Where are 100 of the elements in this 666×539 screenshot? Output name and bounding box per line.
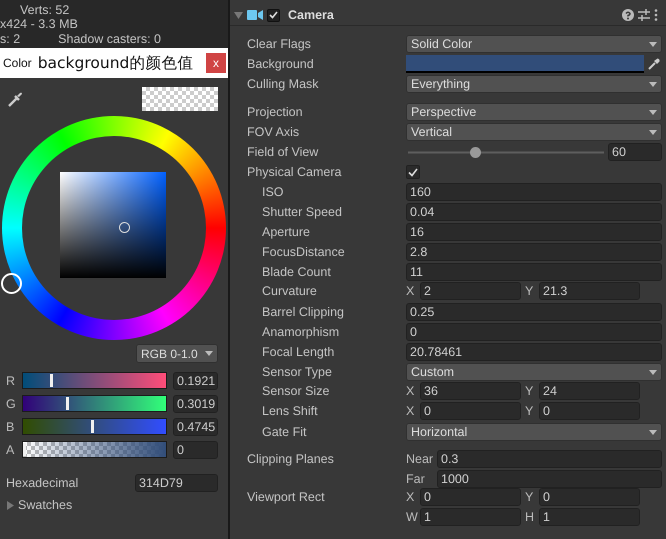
- number-field[interactable]: 16: [406, 223, 662, 241]
- caret-icon: [649, 130, 657, 134]
- slider-thumb[interactable]: [90, 420, 94, 433]
- number-field[interactable]: 11: [406, 263, 662, 281]
- axis-label: X: [406, 404, 416, 418]
- enabled-checkbox[interactable]: [267, 8, 280, 22]
- number-field[interactable]: 2: [420, 282, 521, 300]
- stats-text: s: 2: [0, 32, 20, 46]
- dropdown[interactable]: Perspective: [406, 103, 662, 121]
- dropdown[interactable]: Vertical: [406, 123, 662, 141]
- sliders-icon: [638, 9, 650, 21]
- property-label: Shutter Speed: [262, 205, 343, 219]
- eyedropper-icon: [6, 90, 24, 108]
- property-label: Lens Shift: [262, 404, 319, 418]
- dropdown[interactable]: Everything: [406, 75, 662, 93]
- number-field[interactable]: 0.3: [437, 450, 662, 468]
- channel-value-field[interactable]: 0: [173, 440, 218, 458]
- slider-thumb[interactable]: [23, 443, 26, 456]
- property-label: Blade Count: [262, 265, 332, 279]
- checkbox[interactable]: [406, 165, 420, 179]
- channel-slider[interactable]: [22, 418, 167, 435]
- property-label: Sensor Size: [262, 384, 330, 398]
- channel-label: R: [6, 374, 16, 388]
- dropdown[interactable]: Horizontal: [406, 423, 662, 441]
- caret-icon: [649, 370, 657, 374]
- color-field[interactable]: [406, 55, 644, 73]
- number-field[interactable]: 1000: [437, 470, 662, 488]
- dropdown[interactable]: Solid Color: [406, 35, 662, 53]
- channel-label: A: [6, 442, 16, 456]
- caret-icon: [649, 82, 657, 86]
- property-label: Curvature: [262, 284, 318, 298]
- number-field[interactable]: 21.3: [539, 282, 640, 300]
- axis-label: Y: [525, 490, 534, 504]
- property-label: Culling Mask: [247, 77, 320, 91]
- channel-value-field[interactable]: 0.1921: [173, 372, 218, 390]
- component-header[interactable]: Camera: [230, 5, 666, 26]
- axis-label: X: [406, 384, 416, 398]
- property-label: Field of View: [247, 145, 320, 159]
- number-field[interactable]: 2.8: [406, 243, 662, 261]
- caret-icon: [649, 430, 657, 434]
- hex-label: Hexadecimal: [6, 476, 78, 490]
- picker-marker: [119, 222, 130, 233]
- axis-label: Y: [525, 284, 534, 298]
- axis-label: H: [525, 510, 536, 524]
- channel-value-field[interactable]: 0.3019: [173, 394, 218, 412]
- property-label: Clipping Planes: [247, 452, 335, 466]
- number-field[interactable]: 0: [539, 488, 640, 506]
- stats-text: Shadow casters: 0: [58, 32, 161, 46]
- slider-thumb[interactable]: [66, 397, 70, 410]
- caret-icon: [649, 110, 657, 114]
- mode-dropdown[interactable]: RGB 0-1.0: [136, 344, 218, 363]
- channel-label: B: [6, 420, 16, 434]
- axis-label: X: [406, 284, 416, 298]
- more-options-icon: [654, 9, 658, 21]
- axis-label: Y: [525, 404, 534, 418]
- property-label: Projection: [247, 105, 304, 119]
- number-field[interactable]: 0.25: [406, 303, 662, 321]
- property-label: Background: [247, 57, 315, 71]
- number-field[interactable]: 160: [406, 183, 662, 201]
- number-field[interactable]: 1: [420, 508, 521, 526]
- property-label: ISO: [262, 185, 285, 199]
- channel-value-field[interactable]: 0.4745: [173, 418, 218, 436]
- number-field[interactable]: 0: [539, 402, 640, 420]
- close-button[interactable]: x: [206, 53, 226, 73]
- property-label: Clear Flags: [247, 37, 312, 51]
- caret-icon: [205, 351, 213, 356]
- number-field[interactable]: 0: [406, 323, 662, 341]
- slider-thumb[interactable]: [50, 374, 54, 387]
- caret-icon: [649, 42, 657, 46]
- stats-text: Verts: 52: [20, 2, 70, 17]
- hex-field[interactable]: 314D79: [135, 474, 218, 492]
- saturation-value-square[interactable]: [60, 172, 166, 278]
- number-field[interactable]: 1: [539, 508, 640, 526]
- property-label: Focal Length: [262, 345, 336, 359]
- axis-label: X: [406, 490, 416, 504]
- number-field[interactable]: 24: [539, 382, 640, 400]
- axis-label: Far: [406, 472, 426, 486]
- number-field[interactable]: 36: [420, 382, 521, 400]
- property-label: Barrel Clipping: [262, 305, 345, 319]
- number-field[interactable]: 20.78461: [406, 343, 662, 361]
- channel-slider[interactable]: [22, 372, 167, 389]
- number-field[interactable]: 60: [608, 143, 662, 161]
- number-field[interactable]: 0: [420, 488, 521, 506]
- stats-text: x424 - 3.3 MB: [0, 17, 78, 32]
- eyedropper-icon: [648, 58, 660, 70]
- axis-label: W: [406, 510, 419, 524]
- slider-thumb[interactable]: [470, 146, 481, 158]
- dropdown[interactable]: Custom: [406, 363, 662, 381]
- channel-slider[interactable]: [22, 441, 167, 458]
- swatches-toggle[interactable]: Swatches: [18, 498, 72, 512]
- number-field[interactable]: 0: [420, 402, 521, 420]
- channel-slider[interactable]: [22, 395, 167, 412]
- check-icon: [269, 11, 278, 19]
- axis-label: Near: [406, 452, 434, 466]
- property-label: Physical Camera: [247, 165, 342, 179]
- window-title: background的颜色值: [38, 52, 194, 74]
- component-name: Camera: [288, 8, 335, 22]
- number-field[interactable]: 0.04: [406, 203, 662, 221]
- property-label: Aperture: [262, 225, 311, 239]
- property-label: FocusDistance: [262, 245, 346, 259]
